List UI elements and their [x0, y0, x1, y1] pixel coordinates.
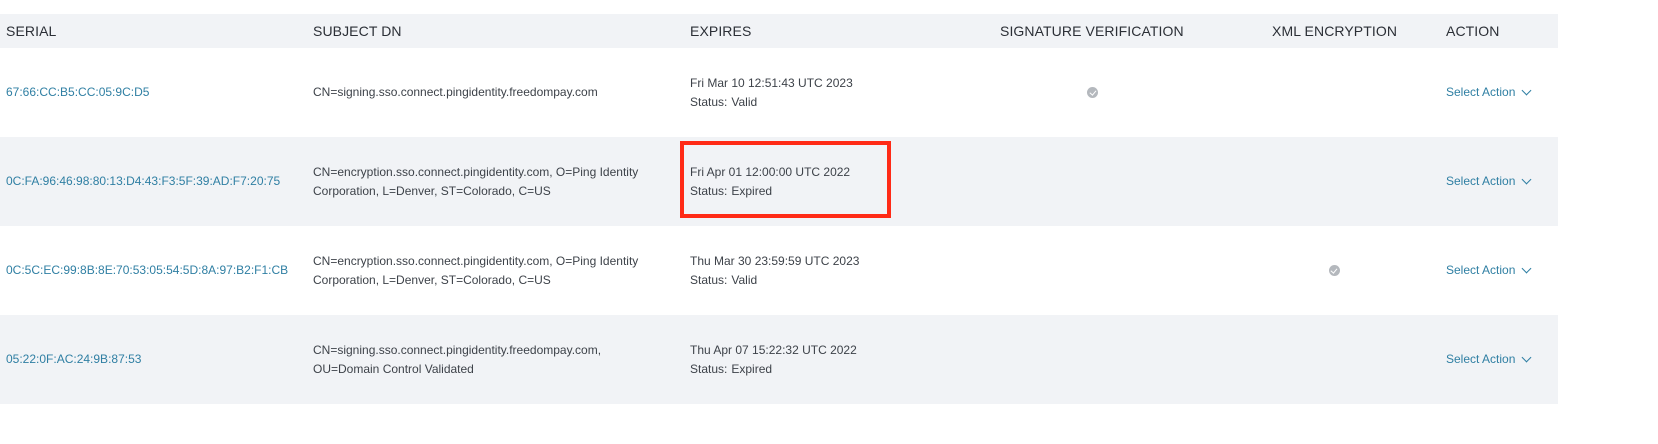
serial-link[interactable]: 67:66:CC:B5:CC:05:9C:D5: [6, 83, 306, 102]
serial-link[interactable]: 0C:FA:96:46:98:80:13:D4:43:F3:5F:39:AD:F…: [6, 172, 306, 191]
status-line: Status: Expired: [690, 360, 890, 379]
table-header: SERIAL SUBJECT DN EXPIRES SIGNATURE VERI…: [0, 14, 1558, 48]
subject-dn-cell: CN=signing.sso.connect.pingidentity.free…: [313, 315, 678, 404]
serial-link[interactable]: 0C:5C:EC:99:8B:8E:70:53:05:54:5D:8A:97:B…: [6, 261, 306, 280]
subject-dn-line: CN=signing.sso.connect.pingidentity.free…: [313, 342, 602, 357]
column-header-expires[interactable]: EXPIRES: [690, 14, 890, 48]
action-cell: Select Action: [1446, 137, 1556, 226]
select-action-dropdown[interactable]: Select Action: [1446, 172, 1556, 191]
check-circle-icon: [1087, 87, 1098, 98]
select-action-label: Select Action: [1446, 85, 1516, 99]
expiry-date: Thu Mar 30 23:59:59 UTC 2023: [690, 253, 860, 268]
status-label: Status:: [690, 272, 728, 287]
subject-dn-line: Corporation, L=Denver, ST=Colorado, C=US: [313, 272, 551, 287]
signature-verification-cell: [995, 48, 1190, 137]
status-label: Status:: [690, 361, 728, 376]
table-row: 0C:5C:EC:99:8B:8E:70:53:05:54:5D:8A:97:B…: [0, 226, 1558, 315]
column-header-subject-dn[interactable]: SUBJECT DN: [313, 14, 678, 48]
subject-dn-line: CN=encryption.sso.connect.pingidentity.c…: [313, 164, 639, 179]
action-cell: Select Action: [1446, 315, 1556, 404]
expires-cell: Thu Apr 07 15:22:32 UTC 2022 Status: Expi…: [690, 315, 890, 404]
column-header-xml-encryption[interactable]: XML ENCRYPTION: [1272, 14, 1410, 48]
chevron-down-icon: [1521, 85, 1532, 96]
signature-verification-cell: [995, 226, 1190, 315]
signature-verification-cell: [995, 137, 1190, 226]
serial-cell: 0C:FA:96:46:98:80:13:D4:43:F3:5F:39:AD:F…: [6, 137, 306, 226]
signature-verification-cell: [995, 315, 1190, 404]
select-action-dropdown[interactable]: Select Action: [1446, 350, 1556, 369]
expired-date-highlight-box: [680, 141, 891, 218]
action-cell: Select Action: [1446, 48, 1556, 137]
column-header-signature-verification[interactable]: SIGNATURE VERIFICATION: [1000, 14, 1195, 48]
xml-encryption-cell: [1265, 137, 1403, 226]
serial-cell: 0C:5C:EC:99:8B:8E:70:53:05:54:5D:8A:97:B…: [6, 226, 306, 315]
status-label: Status:: [690, 94, 728, 109]
select-action-dropdown[interactable]: Select Action: [1446, 261, 1556, 280]
subject-dn-line: CN=encryption.sso.connect.pingidentity.c…: [313, 253, 639, 268]
expiry-date: Thu Apr 07 15:22:32 UTC 2022: [690, 342, 857, 357]
chevron-down-icon: [1521, 263, 1532, 274]
expires-cell: Thu Mar 30 23:59:59 UTC 2023 Status: Vali…: [690, 226, 890, 315]
select-action-label: Select Action: [1446, 263, 1516, 277]
select-action-dropdown[interactable]: Select Action: [1446, 83, 1556, 102]
column-header-serial[interactable]: SERIAL: [6, 14, 306, 48]
serial-link[interactable]: 05:22:0F:AC:24:9B:87:53: [6, 350, 306, 369]
status-value: Expired: [731, 361, 773, 376]
subject-dn-cell: CN=encryption.sso.connect.pingidentity.c…: [313, 226, 678, 315]
subject-dn-line: Corporation, L=Denver, ST=Colorado, C=US: [313, 183, 551, 198]
xml-encryption-cell: [1265, 226, 1403, 315]
status-value: Valid: [731, 272, 758, 287]
table-row: 05:22:0F:AC:24:9B:87:53 CN=signing.sso.c…: [0, 315, 1558, 404]
xml-encryption-cell: [1265, 315, 1403, 404]
status-line: Status: Valid: [690, 93, 890, 112]
expiry-date: Fri Mar 10 12:51:43 UTC 2023: [690, 75, 853, 90]
table-row: 67:66:CC:B5:CC:05:9C:D5 CN=signing.sso.c…: [0, 48, 1558, 137]
select-action-label: Select Action: [1446, 352, 1516, 366]
subject-dn-line: CN=signing.sso.connect.pingidentity.free…: [313, 85, 598, 99]
subject-dn-cell: CN=signing.sso.connect.pingidentity.free…: [313, 48, 678, 137]
chevron-down-icon: [1521, 174, 1532, 185]
status-value: Valid: [731, 94, 758, 109]
subject-dn-cell: CN=encryption.sso.connect.pingidentity.c…: [313, 137, 678, 226]
chevron-down-icon: [1521, 352, 1532, 363]
xml-encryption-cell: [1265, 48, 1403, 137]
column-header-action: ACTION: [1446, 23, 1500, 39]
serial-cell: 67:66:CC:B5:CC:05:9C:D5: [6, 48, 306, 137]
status-line: Status: Valid: [690, 271, 890, 290]
select-action-label: Select Action: [1446, 174, 1516, 188]
action-cell: Select Action: [1446, 226, 1556, 315]
serial-cell: 05:22:0F:AC:24:9B:87:53: [6, 315, 306, 404]
expires-cell: Fri Mar 10 12:51:43 UTC 2023 Status: Vali…: [690, 48, 890, 137]
check-circle-icon: [1328, 265, 1340, 276]
subject-dn-line: OU=Domain Control Validated: [313, 361, 474, 376]
